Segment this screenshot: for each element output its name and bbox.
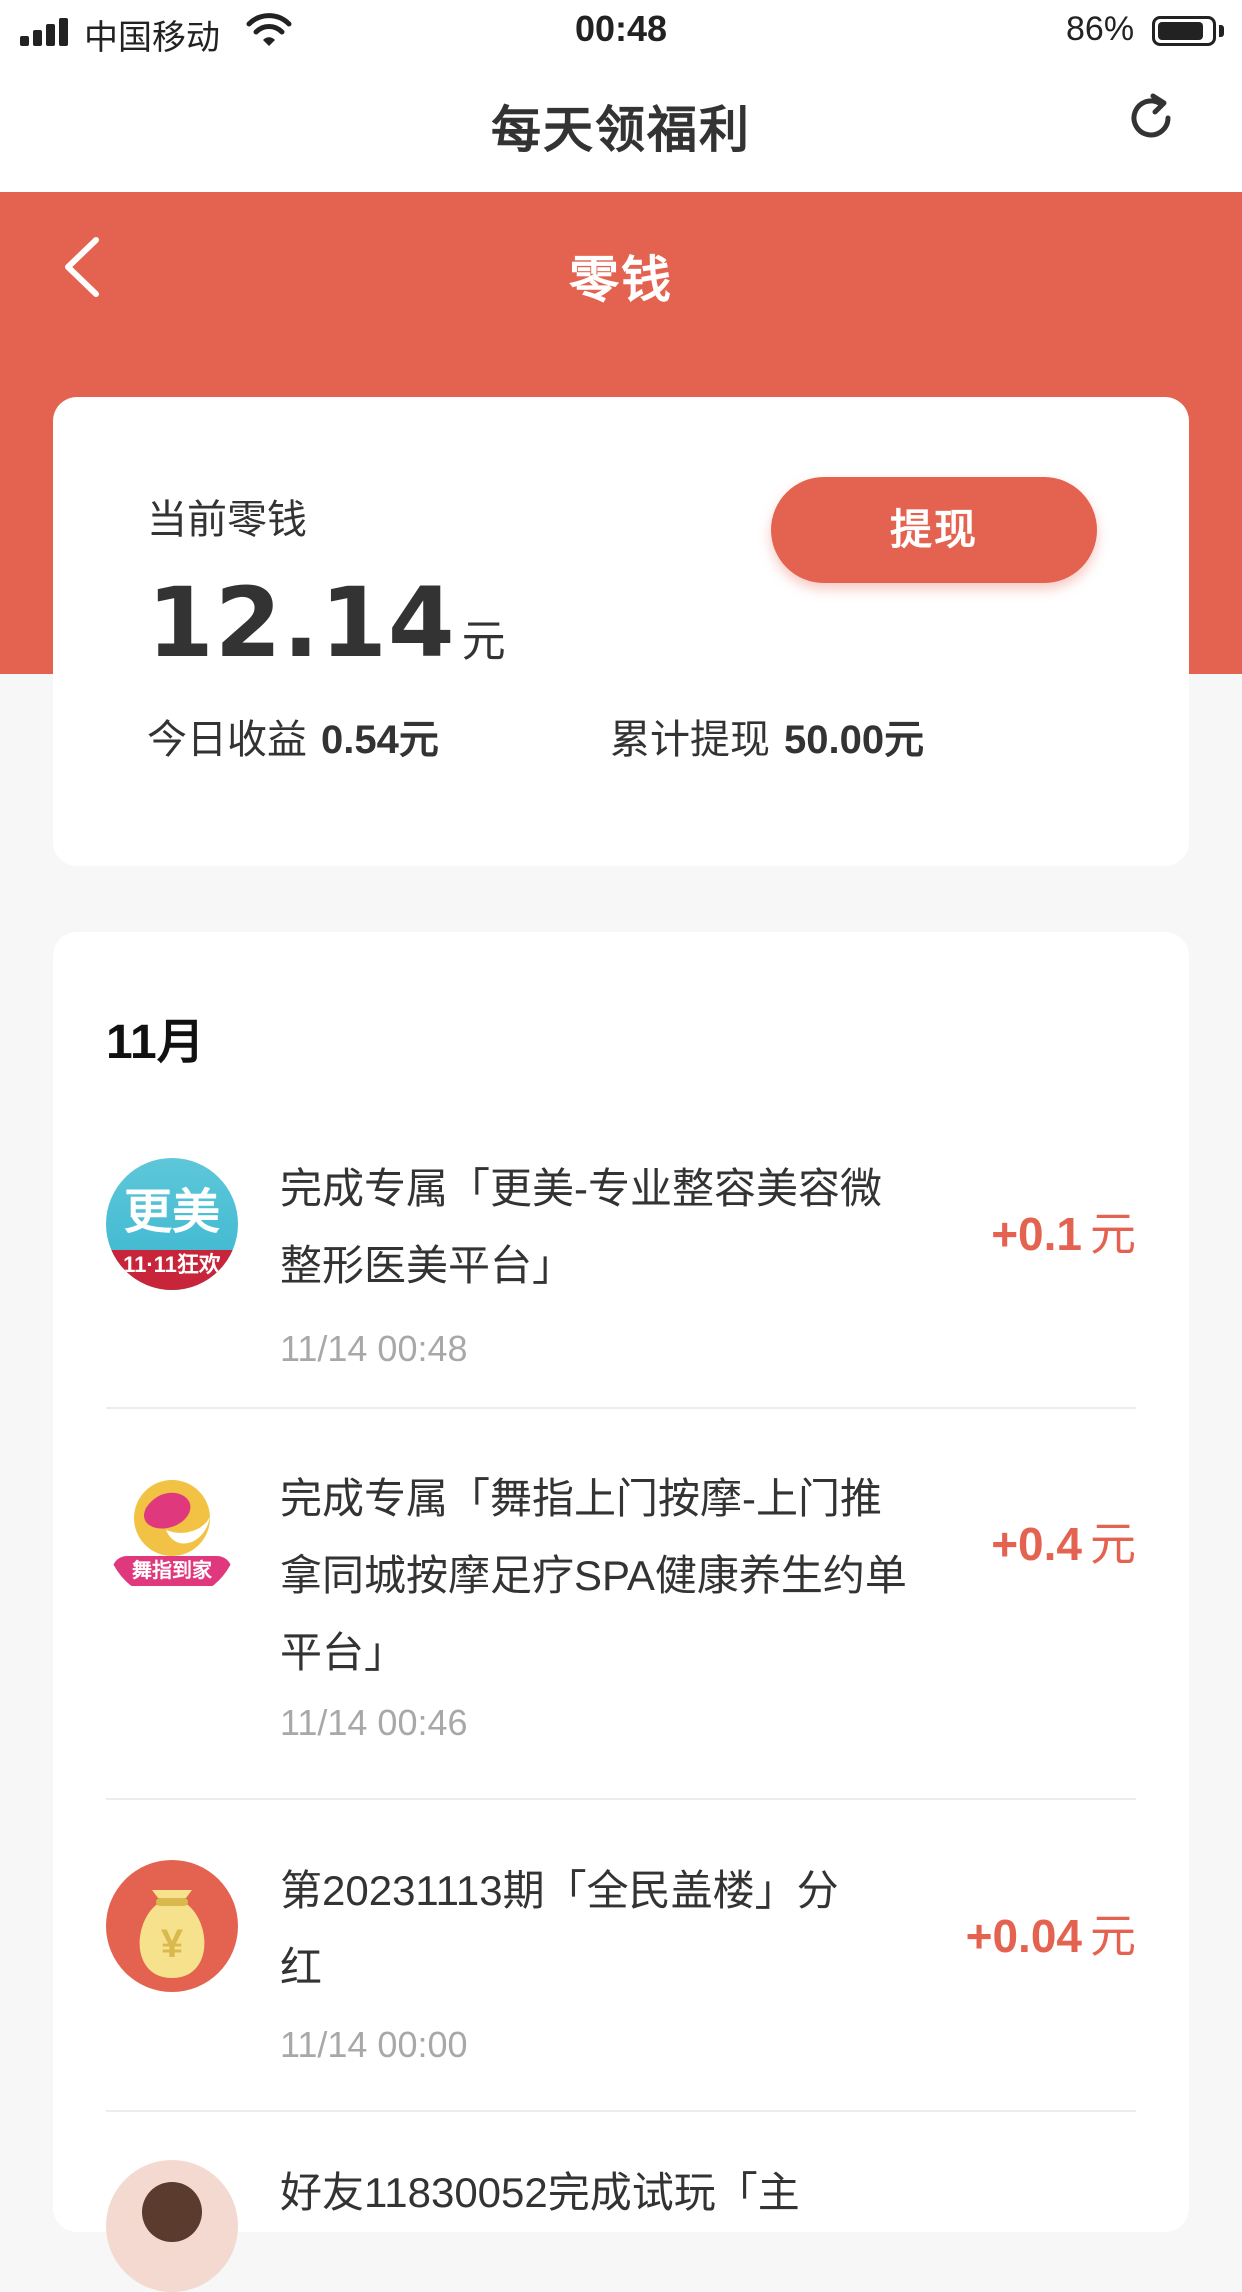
record-description: 好友11830052完成试玩「主 <box>280 2169 800 2216</box>
app-icon-badge: 11·11狂欢 <box>106 1250 238 1290</box>
record-time: 11/14 00:48 <box>280 1328 468 1369</box>
records-list: 11月 更美 11·11狂欢 完成专属「更美-专业整容美容微整形医美平台」 11… <box>53 932 1189 2292</box>
amount-value: +0.04 <box>965 1910 1082 1962</box>
amount-unit: 元 <box>1090 1208 1136 1260</box>
list-item[interactable]: 舞指到家 完成专属「舞指上门按摩-上门推拿同城按摩足疗SPA健康养生约单平台」 … <box>106 1460 1136 1760</box>
status-bar: 中国移动 00:48 86% <box>0 0 1242 62</box>
withdraw-button[interactable]: 提现 <box>771 477 1097 583</box>
top-nav: 每天领福利 <box>0 62 1242 192</box>
record-time: 11/14 00:46 <box>280 1702 468 1743</box>
record-description: 完成专属「更美-专业整容美容微整形医美平台」 <box>280 1165 882 1289</box>
amount-value: +0.1 <box>991 1208 1082 1260</box>
record-amount: +0.1 元 <box>991 1198 1136 1264</box>
divider <box>106 2110 1136 2112</box>
amount-unit: 元 <box>1090 1910 1136 1962</box>
amount-unit: 元 <box>1090 1518 1136 1570</box>
battery-icon <box>1152 16 1216 46</box>
balance-value: 12.14 <box>147 567 456 679</box>
list-item[interactable]: 好友11830052完成试玩「主 <box>106 2154 1136 2292</box>
app-icon-text: 更美 <box>123 1186 220 1239</box>
page-title: 零钱 <box>569 252 673 308</box>
balance-card: 当前零钱 12.14 元 提现 今日收益 0.54元 累计提现 50.00元 <box>53 397 1189 866</box>
nav-title: 每天领福利 <box>491 102 751 158</box>
today-earnings-label: 今日收益 <box>147 718 307 762</box>
friend-avatar-icon <box>106 2160 238 2292</box>
balance-amount: 12.14 元 <box>147 567 506 679</box>
divider <box>106 1407 1136 1409</box>
today-earnings-value: 0.54元 <box>321 718 439 762</box>
amount-value: +0.4 <box>991 1518 1082 1570</box>
balance-label: 当前零钱 <box>147 498 307 542</box>
total-withdrawn: 累计提现 50.00元 <box>610 707 924 765</box>
app-icon-badge: 舞指到家 <box>132 1560 212 1582</box>
record-time: 11/14 00:00 <box>280 2024 468 2065</box>
money-bag-icon: ¥ <box>106 1860 238 1992</box>
clock: 00:48 <box>574 8 668 49</box>
record-amount: +0.4 元 <box>991 1508 1136 1574</box>
record-description: 第20231113期「全民盖楼」分红 <box>280 1867 839 1991</box>
total-withdrawn-label: 累计提现 <box>610 718 770 762</box>
yuan-symbol: ¥ <box>160 1922 184 1966</box>
refresh-icon[interactable] <box>1122 88 1182 148</box>
month-heading: 11月 <box>106 1016 205 1069</box>
record-amount: +0.04 元 <box>966 1900 1136 1966</box>
battery-tip <box>1219 25 1224 37</box>
gengmei-app-icon: 更美 11·11狂欢 <box>106 1158 238 1290</box>
divider <box>106 1798 1136 1800</box>
wuzhi-app-icon: 舞指到家 <box>106 1468 238 1600</box>
list-item[interactable]: 更美 11·11狂欢 完成专属「更美-专业整容美容微整形医美平台」 11/14 … <box>106 1150 1136 1380</box>
battery-percent: 86% <box>1066 10 1135 48</box>
balance-unit: 元 <box>461 617 506 666</box>
list-item[interactable]: ¥ 第20231113期「全民盖楼」分红 11/14 00:00 +0.04 元 <box>106 1852 1136 2082</box>
total-withdrawn-value: 50.00元 <box>784 718 925 762</box>
record-description: 完成专属「舞指上门按摩-上门推拿同城按摩足疗SPA健康养生约单平台」 <box>280 1475 907 1676</box>
today-earnings: 今日收益 0.54元 <box>147 707 439 765</box>
